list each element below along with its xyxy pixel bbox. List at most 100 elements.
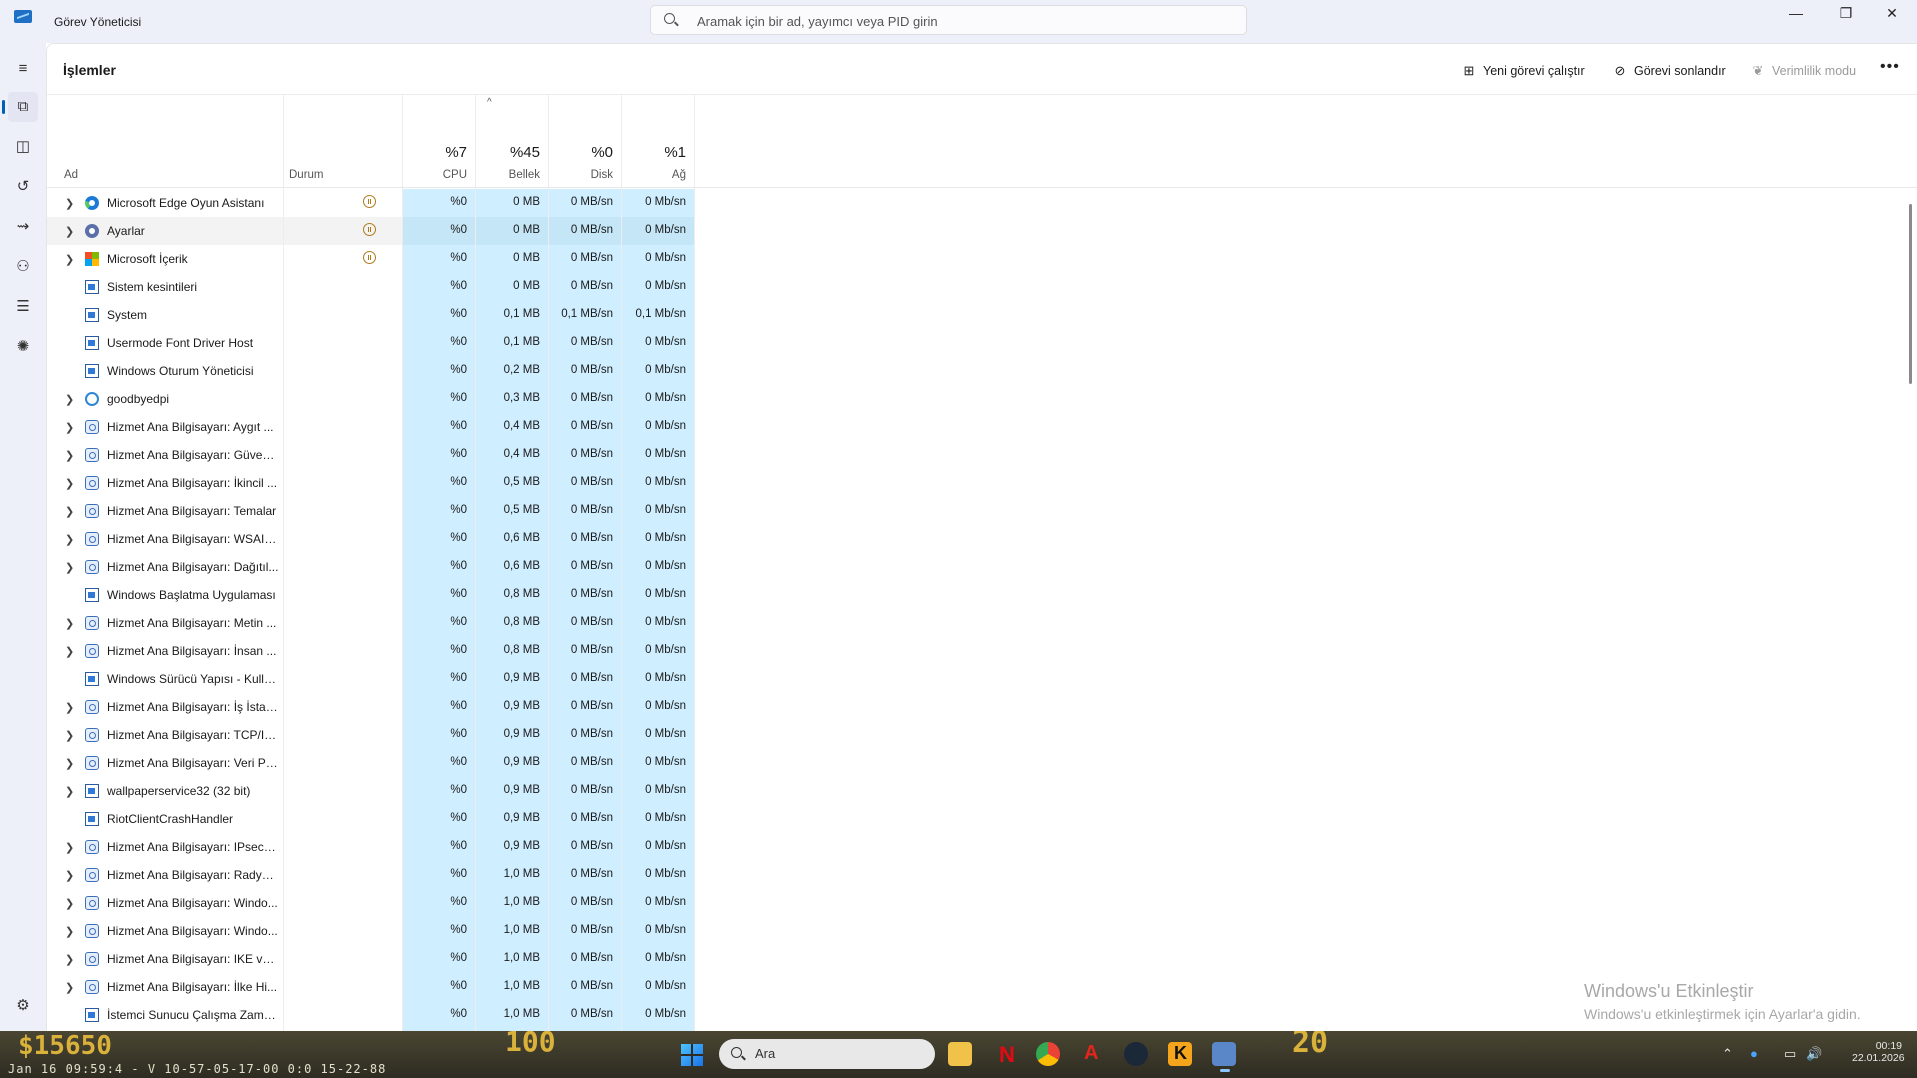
- table-row[interactable]: ❯ Hizmet Ana Bilgisayarı: IKE ve ... %0 1,0…: [47, 945, 1917, 973]
- table-row[interactable]: ❯ Hizmet Ana Bilgisayarı: Temalar %0 0,5 MB…: [47, 497, 1917, 525]
- process-icon: [85, 336, 99, 350]
- chevron-right-icon[interactable]: ❯: [65, 505, 74, 518]
- startup-apps-icon[interactable]: ⇝: [8, 212, 38, 242]
- chevron-right-icon[interactable]: ❯: [65, 533, 74, 546]
- table-row[interactable]: ❯ Hizmet Ana Bilgisayarı: İş İstas... %0 0,…: [47, 693, 1917, 721]
- column-header-memory[interactable]: %45 Bellek: [476, 95, 548, 187]
- column-header-network[interactable]: %1 Ağ: [622, 95, 694, 187]
- process-name: İstemci Sunucu Çalışma Zama...: [107, 1008, 279, 1022]
- details-icon[interactable]: ☰: [8, 292, 38, 322]
- tray-overflow-icon[interactable]: ⌃: [1722, 1046, 1733, 1062]
- chevron-right-icon[interactable]: ❯: [65, 253, 74, 266]
- services-icon[interactable]: ✺: [8, 332, 38, 362]
- process-name: Hizmet Ana Bilgisayarı: Güven...: [107, 448, 279, 462]
- start-button[interactable]: [681, 1044, 703, 1066]
- chevron-right-icon[interactable]: ❯: [65, 225, 74, 238]
- kick-icon[interactable]: K: [1168, 1042, 1192, 1066]
- status-cell: [284, 497, 402, 525]
- users-icon[interactable]: ⚇: [8, 252, 38, 282]
- file-explorer-icon[interactable]: [948, 1042, 972, 1066]
- task-manager-icon[interactable]: [1212, 1042, 1236, 1072]
- chevron-right-icon[interactable]: ❯: [65, 561, 74, 574]
- table-row[interactable]: ❯ Hizmet Ana Bilgisayarı: Dağıtıl... %0 0,6…: [47, 553, 1917, 581]
- chevron-right-icon[interactable]: ❯: [65, 393, 74, 406]
- system-clock[interactable]: 00:19 22.01.2026: [1852, 1040, 1905, 1064]
- maximize-button[interactable]: ❐: [1823, 0, 1869, 30]
- process-icon: [85, 756, 99, 770]
- chevron-right-icon[interactable]: ❯: [65, 757, 74, 770]
- steam-icon[interactable]: [1124, 1042, 1148, 1066]
- disk-cell: 0 MB/sn: [549, 945, 621, 973]
- column-header-disk[interactable]: %0 Disk: [549, 95, 621, 187]
- chrome-icon[interactable]: [1036, 1042, 1060, 1066]
- table-row[interactable]: ❯ Ayarlar %0 0 MB 0 MB/sn 0 Mb/sn: [47, 217, 1917, 245]
- chevron-right-icon[interactable]: ❯: [65, 701, 74, 714]
- microphone-icon[interactable]: ●: [1750, 1046, 1758, 1061]
- end-task-button[interactable]: ⊘ Görevi sonlandır: [1612, 59, 1726, 83]
- column-header-name[interactable]: Ad: [47, 95, 283, 187]
- close-button[interactable]: ✕: [1869, 0, 1915, 30]
- volume-icon[interactable]: 🔊: [1806, 1046, 1822, 1062]
- vertical-scrollbar[interactable]: [1909, 204, 1912, 384]
- chevron-right-icon[interactable]: ❯: [65, 729, 74, 742]
- table-row[interactable]: ❯ Hizmet Ana Bilgisayarı: TCP/IP... %0 0,9 …: [47, 721, 1917, 749]
- table-row[interactable]: ❯ goodbyedpi %0 0,3 MB 0 MB/sn 0 Mb/sn: [47, 385, 1917, 413]
- table-row[interactable]: ❯ Hizmet Ana Bilgisayarı: Güven... %0 0,4 M…: [47, 441, 1917, 469]
- chevron-right-icon[interactable]: ❯: [65, 197, 74, 210]
- table-row[interactable]: Windows Başlatma Uygulaması %0 0,8 MB 0 MB/…: [47, 581, 1917, 609]
- table-row[interactable]: Usermode Font Driver Host %0 0,1 MB 0 MB/sn…: [47, 329, 1917, 357]
- acrobat-icon[interactable]: A: [1080, 1042, 1104, 1066]
- table-row[interactable]: System %0 0,1 MB 0,1 MB/sn 0,1 Mb/sn: [47, 301, 1917, 329]
- table-row[interactable]: ❯ Hizmet Ana Bilgisayarı: İkincil ... %0 0,…: [47, 469, 1917, 497]
- chevron-right-icon[interactable]: ❯: [65, 981, 74, 994]
- table-row[interactable]: ❯ Hizmet Ana Bilgisayarı: İnsan ... %0 0,8 …: [47, 637, 1917, 665]
- more-options-button[interactable]: •••: [1880, 58, 1900, 76]
- process-name-cell: Usermode Font Driver Host: [47, 329, 283, 357]
- table-row[interactable]: ❯ Hizmet Ana Bilgisayarı: IPsec İl... %0 0,…: [47, 833, 1917, 861]
- performance-icon[interactable]: ◫: [8, 132, 38, 162]
- chevron-right-icon[interactable]: ❯: [65, 869, 74, 882]
- table-row[interactable]: ❯ Microsoft İçerik %0 0 MB 0 MB/sn 0 Mb/sn: [47, 245, 1917, 273]
- search-box[interactable]: [650, 5, 1247, 35]
- chevron-right-icon[interactable]: ❯: [65, 785, 74, 798]
- run-new-task-button[interactable]: ⊞ Yeni görevi çalıştır: [1461, 59, 1585, 83]
- table-row[interactable]: RiotClientCrashHandler %0 0,9 MB 0 MB/sn 0 M…: [47, 805, 1917, 833]
- network-icon[interactable]: ▭: [1784, 1046, 1796, 1062]
- chevron-right-icon[interactable]: ❯: [65, 841, 74, 854]
- table-row[interactable]: ❯ Hizmet Ana Bilgisayarı: WSAIF... %0 0,6 M…: [47, 525, 1917, 553]
- chevron-right-icon[interactable]: ❯: [65, 925, 74, 938]
- chevron-right-icon[interactable]: ❯: [65, 617, 74, 630]
- settings-icon[interactable]: ⚙: [8, 991, 38, 1021]
- chevron-right-icon[interactable]: ❯: [65, 421, 74, 434]
- minimize-button[interactable]: —: [1773, 0, 1819, 30]
- chevron-right-icon[interactable]: ❯: [65, 449, 74, 462]
- app-history-icon[interactable]: ↺: [8, 172, 38, 202]
- table-row[interactable]: Windows Sürücü Yapısı - Kulla... %0 0,9 MB…: [47, 665, 1917, 693]
- table-row[interactable]: ❯ Hizmet Ana Bilgisayarı: Windo... %0 1,0 M…: [47, 889, 1917, 917]
- processes-icon[interactable]: ⧉: [2, 92, 38, 122]
- table-row[interactable]: Windows Oturum Yöneticisi %0 0,2 MB 0 MB/sn…: [47, 357, 1917, 385]
- chevron-right-icon[interactable]: ❯: [65, 897, 74, 910]
- taskbar: $15650 100 20 Jan 16 09:59:4 - V 10-57-0…: [0, 1031, 1917, 1078]
- table-row[interactable]: ❯ Hizmet Ana Bilgisayarı: Metin ... %0 0,8 …: [47, 609, 1917, 637]
- column-header-status[interactable]: Durum: [284, 95, 402, 187]
- chevron-right-icon[interactable]: ❯: [65, 477, 74, 490]
- efficiency-mode-button[interactable]: ❦ Verimlilik modu: [1750, 59, 1857, 83]
- chevron-right-icon[interactable]: ❯: [65, 953, 74, 966]
- table-row[interactable]: ❯ Hizmet Ana Bilgisayarı: Radyo ... %0 1,0 …: [47, 861, 1917, 889]
- disk-cell: 0 MB/sn: [549, 553, 621, 581]
- column-header-cpu[interactable]: %7 CPU: [403, 95, 475, 187]
- table-row[interactable]: ❯ Hizmet Ana Bilgisayarı: Windo... %0 1,0 M…: [47, 917, 1917, 945]
- hamburger-menu-icon[interactable]: ≡: [8, 54, 38, 84]
- table-row[interactable]: ❯ Hizmet Ana Bilgisayarı: Aygıt ... %0 0,4 …: [47, 413, 1917, 441]
- process-name-cell: ❯ Hizmet Ana Bilgisayarı: Windo...: [47, 889, 283, 917]
- table-row[interactable]: ❯ Hizmet Ana Bilgisayarı: Veri Pa... %0 0,9…: [47, 749, 1917, 777]
- taskbar-search[interactable]: Ara: [719, 1039, 935, 1069]
- netflix-icon[interactable]: N: [992, 1042, 1016, 1067]
- search-input[interactable]: [695, 10, 1219, 32]
- table-row[interactable]: Sistem kesintileri %0 0 MB 0 MB/sn 0 Mb/sn: [47, 273, 1917, 301]
- table-row[interactable]: ❯ Microsoft Edge Oyun Asistanı %0 0 MB 0 MB/…: [47, 189, 1917, 217]
- table-row[interactable]: ❯ wallpaperservice32 (32 bit) %0 0,9 MB 0 MB…: [47, 777, 1917, 805]
- cpu-cell: %0: [403, 525, 475, 553]
- chevron-right-icon[interactable]: ❯: [65, 645, 74, 658]
